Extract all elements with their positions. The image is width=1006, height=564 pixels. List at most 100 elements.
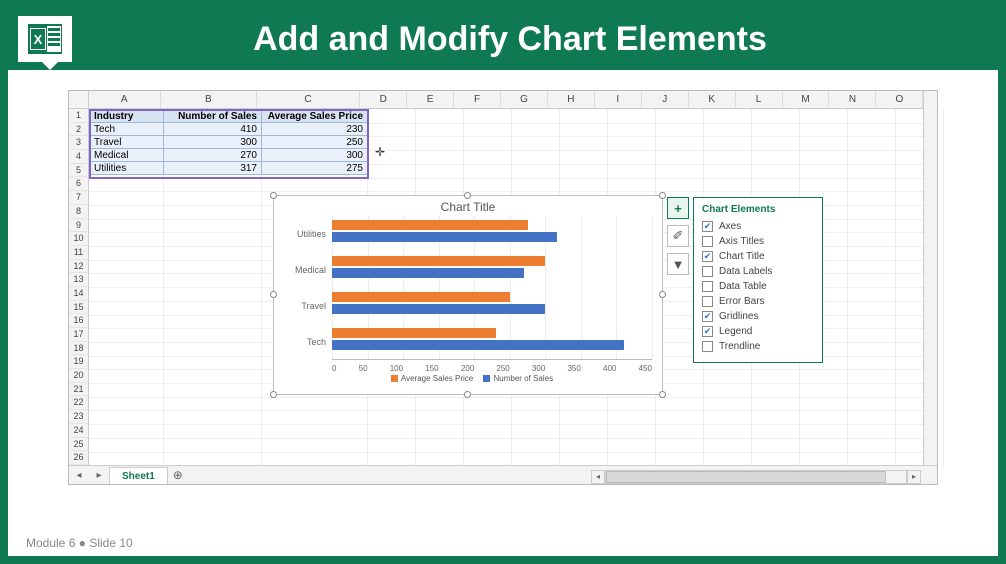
chart-title[interactable]: Chart Title <box>274 196 662 216</box>
select-all-corner[interactable] <box>69 91 89 108</box>
row-header[interactable]: 24 <box>69 424 88 438</box>
bar-avg-price[interactable] <box>332 328 496 338</box>
scroll-track[interactable] <box>605 470 907 484</box>
col-header-i[interactable]: I <box>595 91 642 108</box>
row-header[interactable]: 13 <box>69 273 88 287</box>
chart-filters-button[interactable]: ▼ <box>667 253 689 275</box>
bar-num-sales[interactable] <box>332 340 624 350</box>
row-header[interactable]: 3 <box>69 136 88 150</box>
bar-num-sales[interactable] <box>332 268 524 278</box>
row-header[interactable]: 6 <box>69 177 88 191</box>
tab-nav-prev[interactable]: ◂ <box>69 470 89 481</box>
chart-element-label: Gridlines <box>719 311 758 322</box>
row-header[interactable]: 1 <box>69 109 88 123</box>
cells-area[interactable]: Industry Number of Sales Average Sales P… <box>89 109 937 467</box>
col-header-g[interactable]: G <box>501 91 548 108</box>
th-price[interactable]: Average Sales Price <box>262 110 368 123</box>
row-header[interactable]: 5 <box>69 164 88 178</box>
chart-elements-button[interactable]: + <box>667 197 689 219</box>
row-header[interactable]: 19 <box>69 355 88 369</box>
row-header[interactable]: 25 <box>69 438 88 452</box>
chart-element-option[interactable]: Axis Titles <box>702 234 814 249</box>
add-sheet-button[interactable]: ⊕ <box>168 468 188 482</box>
row-header[interactable]: 20 <box>69 369 88 383</box>
col-header-n[interactable]: N <box>829 91 876 108</box>
chart-element-option[interactable]: ✔Legend <box>702 324 814 339</box>
x-tick-label: 0 <box>332 364 336 373</box>
col-header-h[interactable]: H <box>548 91 595 108</box>
scroll-right-button[interactable]: ▸ <box>907 470 921 484</box>
resize-handle[interactable] <box>659 291 666 298</box>
col-header-j[interactable]: J <box>642 91 689 108</box>
chart-element-option[interactable]: ✔Chart Title <box>702 249 814 264</box>
checkbox[interactable] <box>702 341 713 352</box>
checkbox[interactable] <box>702 266 713 277</box>
resize-handle[interactable] <box>464 391 471 398</box>
vertical-scrollbar[interactable] <box>923 91 937 465</box>
checkbox[interactable]: ✔ <box>702 311 713 322</box>
chart-element-option[interactable]: Error Bars <box>702 294 814 309</box>
bar-num-sales[interactable] <box>332 232 557 242</box>
resize-handle[interactable] <box>464 192 471 199</box>
chart-element-option[interactable]: Data Table <box>702 279 814 294</box>
bar-avg-price[interactable] <box>332 256 545 266</box>
checkbox[interactable]: ✔ <box>702 326 713 337</box>
col-header-d[interactable]: D <box>360 91 407 108</box>
col-header-o[interactable]: O <box>876 91 923 108</box>
table-row: Utilities317275 <box>90 162 368 175</box>
tab-nav-next[interactable]: ▸ <box>89 470 109 481</box>
row-header[interactable]: 26 <box>69 451 88 465</box>
col-header-e[interactable]: E <box>407 91 454 108</box>
row-header[interactable]: 8 <box>69 205 88 219</box>
col-header-c[interactable]: C <box>257 91 361 108</box>
scroll-left-button[interactable]: ◂ <box>591 470 605 484</box>
resize-handle[interactable] <box>270 391 277 398</box>
col-header-f[interactable]: F <box>454 91 501 108</box>
th-sales[interactable]: Number of Sales <box>164 110 262 123</box>
col-header-l[interactable]: L <box>736 91 783 108</box>
chart-element-option[interactable]: ✔ Gridlines <box>702 309 814 324</box>
checkbox[interactable] <box>702 281 713 292</box>
col-header-k[interactable]: K <box>689 91 736 108</box>
row-header[interactable]: 12 <box>69 260 88 274</box>
chart-element-option[interactable]: Trendline <box>702 339 814 354</box>
chart-element-option[interactable]: Data Labels <box>702 264 814 279</box>
bar-num-sales[interactable] <box>332 304 545 314</box>
th-industry[interactable]: Industry <box>90 110 164 123</box>
col-header-a[interactable]: A <box>89 91 161 108</box>
row-header[interactable]: 4 <box>69 150 88 164</box>
resize-handle[interactable] <box>659 391 666 398</box>
bar-avg-price[interactable] <box>332 292 510 302</box>
horizontal-scrollbar[interactable]: ◂ ▸ <box>591 469 921 484</box>
checkbox[interactable]: ✔ <box>702 221 713 232</box>
scroll-thumb[interactable] <box>606 471 886 483</box>
col-header-b[interactable]: B <box>161 91 257 108</box>
row-header[interactable]: 23 <box>69 410 88 424</box>
row-header[interactable]: 9 <box>69 219 88 233</box>
chart-styles-button[interactable]: ✐ <box>667 225 689 247</box>
col-header-m[interactable]: M <box>783 91 830 108</box>
checkbox[interactable]: ✔ <box>702 251 713 262</box>
row-header[interactable]: 18 <box>69 342 88 356</box>
resize-handle[interactable] <box>270 291 277 298</box>
row-header[interactable]: 14 <box>69 287 88 301</box>
row-header[interactable]: 16 <box>69 314 88 328</box>
row-header[interactable]: 11 <box>69 246 88 260</box>
bar-avg-price[interactable] <box>332 220 528 230</box>
row-header[interactable]: 10 <box>69 232 88 246</box>
resize-handle[interactable] <box>270 192 277 199</box>
row-header[interactable]: 2 <box>69 123 88 137</box>
row-header[interactable]: 21 <box>69 383 88 397</box>
row-header[interactable]: 15 <box>69 301 88 315</box>
row-header[interactable]: 22 <box>69 396 88 410</box>
checkbox[interactable] <box>702 236 713 247</box>
chart-element-label: Axis Titles <box>719 236 764 247</box>
chart-object[interactable]: Chart Title Utilities Medical Travel Tec… <box>273 195 663 395</box>
chart-element-label: Data Table <box>719 281 767 292</box>
checkbox[interactable] <box>702 296 713 307</box>
row-header[interactable]: 17 <box>69 328 88 342</box>
sheet-tab[interactable]: Sheet1 <box>109 467 168 484</box>
row-header[interactable]: 7 <box>69 191 88 205</box>
chart-element-option[interactable]: ✔Axes <box>702 219 814 234</box>
resize-handle[interactable] <box>659 192 666 199</box>
